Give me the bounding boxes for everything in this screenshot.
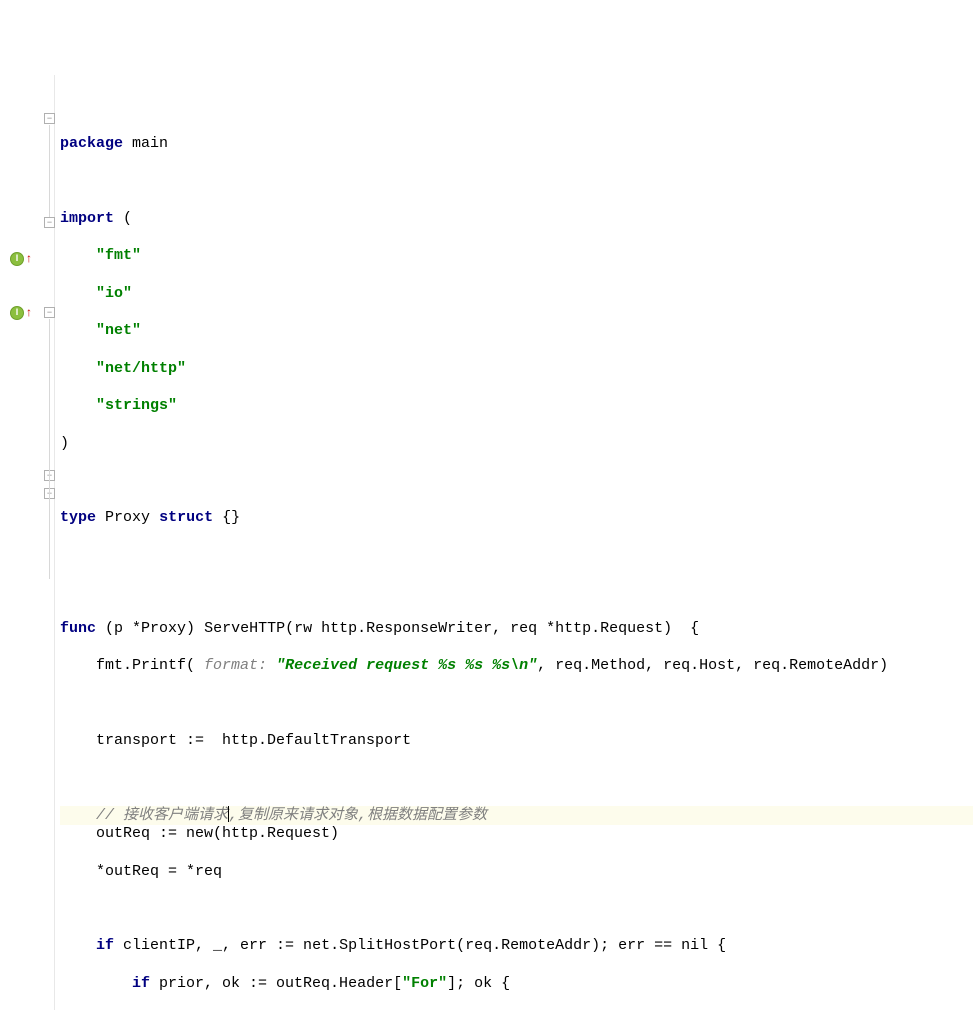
code-line[interactable] [60,583,973,601]
code-line[interactable]: func (p *Proxy) ServeHTTP(rw http.Respon… [60,620,973,639]
code-line[interactable]: transport := http.DefaultTransport [60,732,973,751]
code-line[interactable]: "net/http" [60,360,973,379]
code-line[interactable]: "strings" [60,397,973,416]
code-line[interactable]: if prior, ok := outReq.Header["For"]; ok… [60,975,973,994]
fold-toggle[interactable]: − [44,113,55,124]
code-line[interactable] [60,472,973,490]
code-line[interactable]: ) [60,435,973,454]
code-line[interactable]: package main [60,135,973,154]
code-line[interactable]: "io" [60,285,973,304]
fold-toggle[interactable]: − [44,307,55,318]
code-line[interactable] [60,900,973,918]
gutter: − − I↑ I↑ − − − [0,75,55,1010]
code-line[interactable] [60,695,973,713]
code-line[interactable]: fmt.Printf( format: "Received request %s… [60,657,973,676]
code-line-active[interactable]: // 接收客户端请求,复制原来请求对象,根据数据配置参数 [60,806,973,826]
code-line[interactable]: "net" [60,322,973,341]
code-line[interactable]: "fmt" [60,247,973,266]
code-line[interactable]: outReq := new(http.Request) [60,825,973,844]
code-line[interactable] [60,769,973,787]
code-line[interactable] [60,546,973,564]
gutter-indicator: I↑ [10,251,32,266]
fold-toggle[interactable]: − [44,217,55,228]
code-line[interactable]: import ( [60,210,973,229]
code-editor[interactable]: − − I↑ I↑ − − − package main import ( "f… [0,75,973,1010]
code-line[interactable]: *outReq = *req [60,863,973,882]
code-line[interactable] [60,173,973,191]
code-line[interactable]: type Proxy struct {} [60,509,973,528]
gutter-indicator: I↑ [10,305,32,320]
fold-guide [49,125,50,217]
fold-guide [49,319,50,579]
code-line[interactable]: if clientIP, _, err := net.SplitHostPort… [60,937,973,956]
